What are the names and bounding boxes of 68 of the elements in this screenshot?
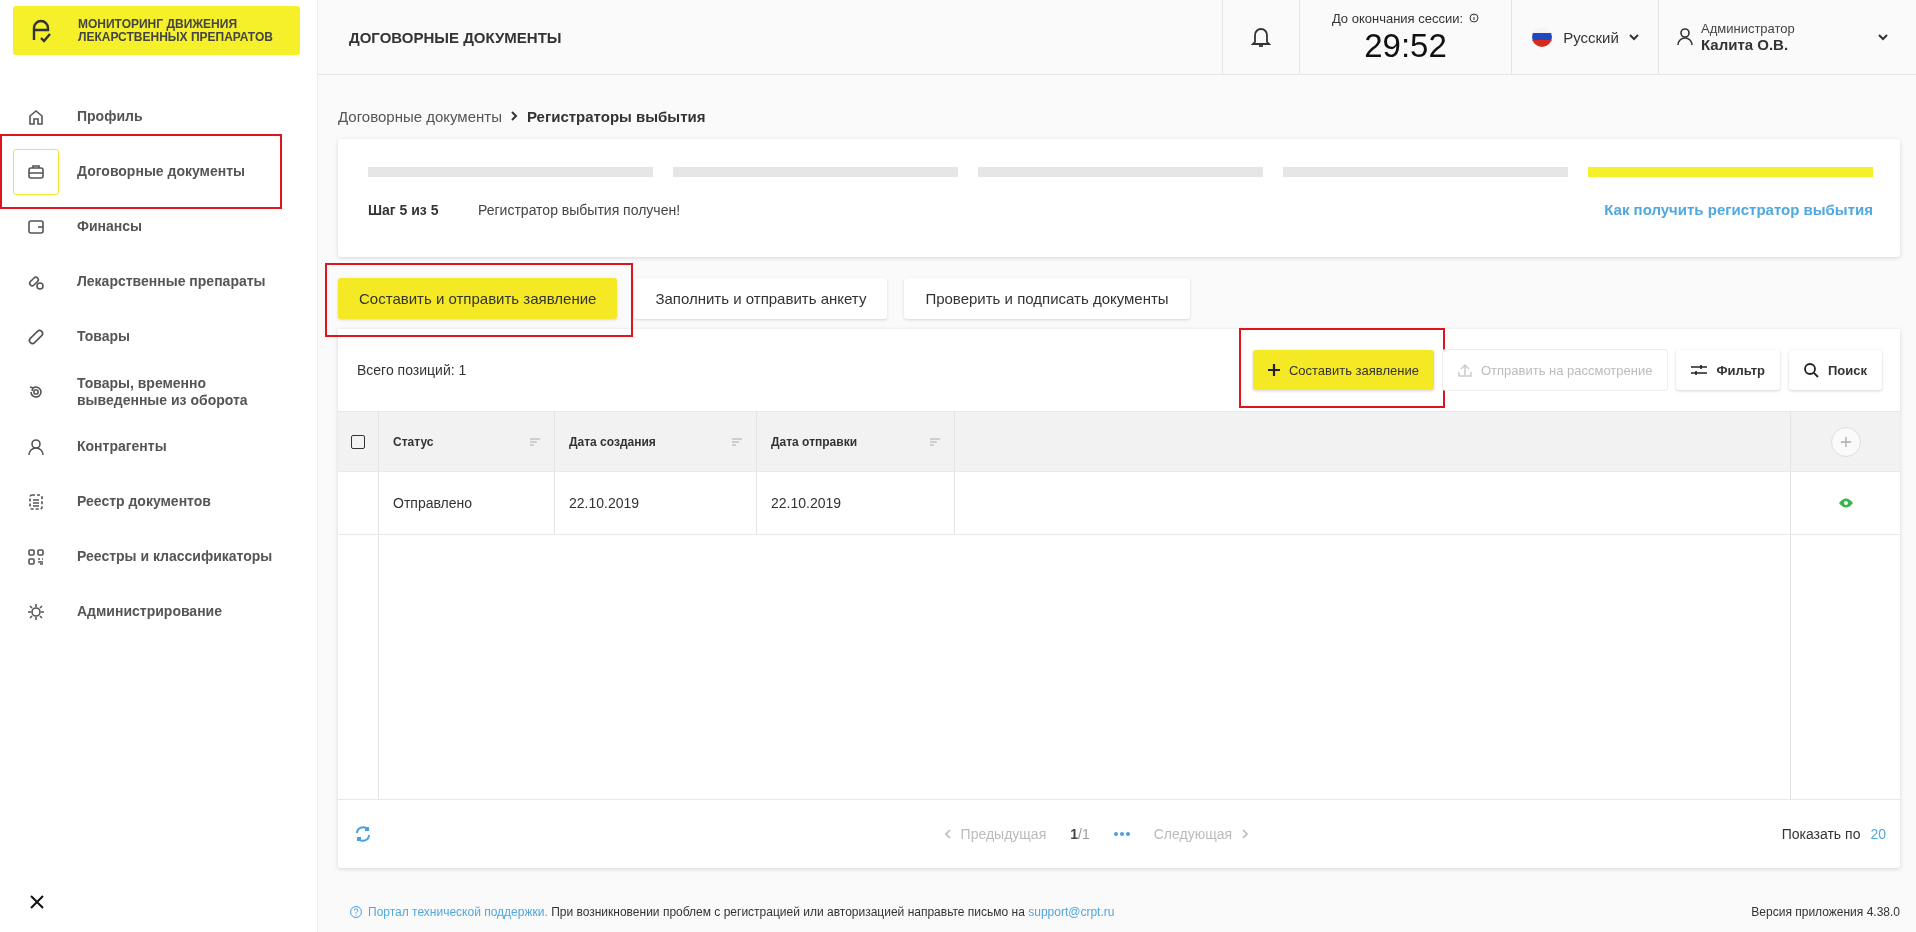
page-title: ДОГОВОРНЫЕ ДОКУМЕНТЫ <box>348 27 563 48</box>
chevron-right-icon <box>510 111 518 121</box>
nav-icon <box>27 602 45 621</box>
language-selector[interactable]: Русский <box>1511 0 1658 74</box>
page-number: 1/1 <box>1070 826 1090 842</box>
select-all-checkbox[interactable] <box>351 434 365 449</box>
sidebar-item[interactable]: Администрирование <box>0 584 317 639</box>
stage-tab[interactable]: Составить и отправить заявление <box>338 278 618 319</box>
upload-icon <box>1457 363 1472 377</box>
stage-tab[interactable]: Заполнить и отправить анкету <box>634 278 888 319</box>
page-size-label: Показать по <box>1781 826 1861 842</box>
sidebar-item[interactable]: Реестр документов <box>0 474 317 529</box>
column-header[interactable]: Дата отправки <box>771 434 858 449</box>
bell-icon[interactable] <box>1251 26 1271 48</box>
nav-icon <box>27 327 45 346</box>
toolbar-button[interactable]: Составить заявление <box>1252 350 1434 390</box>
nav-icon <box>27 217 45 236</box>
add-column-button[interactable] <box>1830 426 1861 457</box>
flag-icon <box>1531 26 1554 48</box>
app-version: Версия приложения 4.38.0 <box>1751 905 1900 919</box>
toolbar-button[interactable]: Фильтр <box>1676 350 1780 390</box>
session-timer: 29:52 <box>1364 27 1447 64</box>
chevron-down-icon <box>1878 33 1888 41</box>
breadcrumb-item: Регистраторы выбытия <box>526 107 706 125</box>
step-status: Регистратор выбытия получен! <box>478 201 682 218</box>
eye-icon[interactable] <box>1838 498 1853 508</box>
logo-icon <box>30 17 52 44</box>
sidebar-item[interactable]: Договорные документы <box>0 144 317 199</box>
table-cell: Отправлено <box>393 495 473 511</box>
sidebar-item[interactable]: Профиль <box>0 89 317 144</box>
chevron-down-icon <box>1628 33 1639 41</box>
chevron-right-icon <box>1242 829 1249 839</box>
sidebar-item[interactable]: Финансы <box>0 199 317 254</box>
user-icon <box>1677 28 1693 46</box>
nav-icon <box>27 437 45 456</box>
plus-icon <box>1840 436 1851 447</box>
nav-icon <box>27 492 45 511</box>
more-icon[interactable] <box>1113 832 1130 836</box>
total-count: Всего позиций: 1 <box>357 362 468 378</box>
sidebar-item[interactable]: Реестры и классификаторы <box>0 529 317 584</box>
close-icon[interactable] <box>30 895 44 909</box>
sidebar-item[interactable]: Товары, временно выведенные из оборота <box>0 364 317 419</box>
nav-icon <box>27 547 45 566</box>
footer-message: При возникновении проблем с регистрацией или авторизацией направьте письмо на <box>551 905 1025 919</box>
logo-text: МОНИТОРИНГ ДВИЖЕНИЯ ЛЕКАРСТВЕННЫХ ПРЕПАРАТОВ <box>78 17 273 44</box>
toolbar-button[interactable]: Поиск <box>1789 350 1882 390</box>
refresh-icon[interactable] <box>355 826 371 842</box>
sliders-icon <box>1691 364 1708 376</box>
sidebar-item[interactable]: Товары <box>0 309 317 364</box>
plus-icon <box>1267 364 1280 376</box>
step-counter: Шаг 5 из 5 <box>368 201 440 218</box>
search-icon <box>1804 362 1819 378</box>
sidebar-item[interactable]: Лекарственные препараты <box>0 254 317 309</box>
user-menu[interactable]: Администратор Калита О.В. <box>1658 0 1916 74</box>
table-cell: 22.10.2019 <box>771 495 842 511</box>
help-icon <box>350 906 362 918</box>
session-label: До окончания сессии: <box>1331 10 1464 26</box>
logo-banner[interactable]: МОНИТОРИНГ ДВИЖЕНИЯ ЛЕКАРСТВЕННЫХ ПРЕПАРАТОВ <box>13 6 300 55</box>
chevron-left-icon <box>944 829 951 839</box>
stage-tab[interactable]: Проверить и подписать документы <box>904 278 1190 319</box>
breadcrumb-item[interactable]: Договорные документы <box>338 107 502 125</box>
nav-icon <box>27 107 45 126</box>
sidebar-item[interactable]: Контрагенты <box>0 419 317 474</box>
table-cell: 22.10.2019 <box>569 495 640 511</box>
column-header[interactable]: Статус <box>393 434 434 449</box>
info-icon <box>1469 13 1480 23</box>
nav-icon <box>27 162 45 181</box>
column-header[interactable]: Дата создания <box>569 434 656 449</box>
